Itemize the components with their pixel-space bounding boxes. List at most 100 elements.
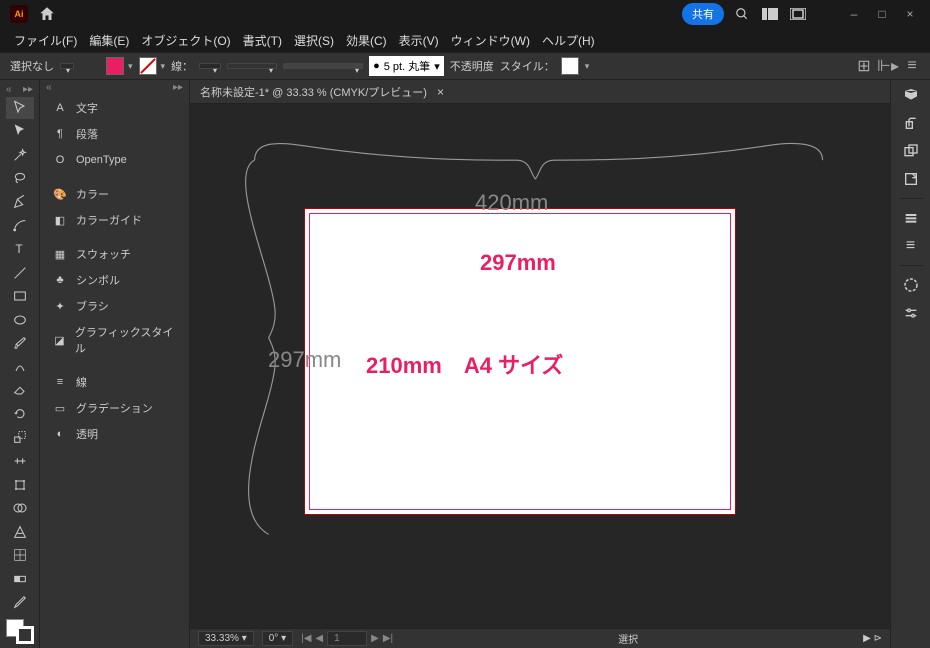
panel-label: グラフィックスタイル <box>75 324 177 356</box>
right-panel-rail: ≡ <box>890 80 930 648</box>
libraries-panel-icon[interactable] <box>902 142 920 160</box>
close-icon[interactable]: × <box>900 6 920 22</box>
stroke-swatch[interactable] <box>139 57 157 75</box>
rotate-view[interactable]: 0° ▾ <box>262 631 293 646</box>
menu-effect[interactable]: 効果(C) <box>340 29 393 52</box>
brush-definition[interactable]: ● 5 pt. 丸筆 ▾ <box>369 56 444 76</box>
panel-glyph-icon: ◪ <box>52 332 67 348</box>
object-type-dropdown[interactable] <box>60 63 74 69</box>
layers-panel-icon[interactable] <box>902 114 920 132</box>
selection-state: 選択なし <box>10 58 54 74</box>
free-transform-tool[interactable] <box>6 474 34 496</box>
collapse-tools-icon[interactable]: « <box>6 84 12 95</box>
panel-glyph-icon: ◐ <box>52 426 68 442</box>
more-panels-icon[interactable]: ≡ <box>902 237 920 255</box>
perspective-tool[interactable] <box>6 521 34 543</box>
menu-object[interactable]: オブジェクト(O) <box>135 29 236 52</box>
panels-column: « ▸▸ A 文字 ¶段落OOpenType 🎨カラー ◧ カラーガイド ▦スウォッチ♣シン… <box>40 80 190 648</box>
menu-edit[interactable]: 編集(E) <box>83 29 135 52</box>
asset-export-icon[interactable] <box>902 170 920 188</box>
panel-item-10[interactable]: ▭グラデーション <box>40 395 189 421</box>
scale-tool[interactable] <box>6 427 34 449</box>
lasso-tool[interactable] <box>6 168 34 190</box>
panel-glyph-icon: ▭ <box>52 400 68 416</box>
pen-tool[interactable] <box>6 191 34 213</box>
collapse-panels-icon[interactable]: « <box>46 82 52 93</box>
menu-window[interactable]: ウィンドウ(W) <box>445 29 536 52</box>
width-tool[interactable] <box>6 450 34 472</box>
menu-type[interactable]: 書式(T) <box>237 29 288 52</box>
workspace-icon[interactable] <box>760 6 780 22</box>
menu-help[interactable]: ヘルプ(H) <box>536 29 601 52</box>
shaper-tool[interactable] <box>6 356 34 378</box>
align-icon[interactable]: ⊞ <box>856 58 872 74</box>
properties-panel-icon[interactable] <box>902 86 920 104</box>
zoom-level[interactable]: 33.33% ▾ <box>198 631 254 646</box>
magic-wand-tool[interactable] <box>6 144 34 166</box>
app-icon: Ai <box>10 5 28 23</box>
artboard-navigation[interactable]: |◀◀ 1 ▶▶| <box>301 631 393 646</box>
settings-icon[interactable] <box>902 304 920 322</box>
panel-item-8[interactable]: ◪ グラフィックスタイル <box>40 319 189 361</box>
stroke-weight-stepper[interactable] <box>199 63 221 69</box>
scroll-right-icon[interactable]: ▶ ⊳ <box>863 633 882 644</box>
shape-builder-tool[interactable] <box>6 497 34 519</box>
share-button[interactable]: 共有 <box>682 3 724 25</box>
panel-label: 透明 <box>76 426 98 442</box>
arrange-icon[interactable] <box>788 6 808 22</box>
panel-glyph-icon: O <box>52 152 68 168</box>
panel-item-7[interactable]: ✦ブラシ <box>40 293 189 319</box>
panel-glyph-icon: ◧ <box>52 212 68 228</box>
transform-icon[interactable]: ⊩▸ <box>880 58 896 74</box>
canvas[interactable]: 420mm 297mm 297mm 210mm A4 サイズ <box>190 104 890 628</box>
panel-item-5[interactable]: ▦スウォッチ <box>40 241 189 267</box>
search-icon[interactable] <box>732 6 752 22</box>
eyedropper-tool[interactable] <box>6 591 34 613</box>
brush-dropdown[interactable] <box>283 63 363 69</box>
label-inner-height: 210mm A4 サイズ <box>366 348 563 380</box>
gradient-tool[interactable] <box>6 568 34 590</box>
menu-view[interactable]: 表示(V) <box>393 29 445 52</box>
style-swatch[interactable] <box>561 57 579 75</box>
menu-file[interactable]: ファイル(F) <box>8 29 83 52</box>
more-options-icon[interactable]: ≡ <box>904 58 920 74</box>
type-tool[interactable]: T <box>6 238 34 260</box>
close-tab-icon[interactable]: × <box>437 85 444 99</box>
panel-glyph-icon: ▦ <box>52 246 68 262</box>
paintbrush-tool[interactable] <box>6 332 34 354</box>
panel-item-4[interactable]: ◧ カラーガイド <box>40 207 189 233</box>
direct-selection-tool[interactable] <box>6 121 34 143</box>
rectangle-tool[interactable] <box>6 285 34 307</box>
panel-glyph-icon: A <box>52 100 68 116</box>
tools-menu-icon[interactable]: ▸▸ <box>23 84 33 95</box>
fill-stroke-control[interactable] <box>6 619 34 644</box>
panel-item-1[interactable]: ¶段落 <box>40 121 189 147</box>
minimize-icon[interactable]: – <box>844 6 864 22</box>
menu-select[interactable]: 選択(S) <box>288 29 340 52</box>
panel-label: 文字 <box>76 100 98 116</box>
panel-item-6[interactable]: ♣シンボル <box>40 267 189 293</box>
ellipse-tool[interactable] <box>6 309 34 331</box>
home-icon[interactable] <box>38 5 56 23</box>
appearance-panel-icon[interactable] <box>902 209 920 227</box>
rotate-tool[interactable] <box>6 403 34 425</box>
tools-panel: « ▸▸ T <box>0 80 40 648</box>
panel-item-3[interactable]: 🎨カラー <box>40 181 189 207</box>
maximize-icon[interactable]: □ <box>872 6 892 22</box>
color-wheel-icon[interactable] <box>902 276 920 294</box>
profile-dropdown[interactable] <box>227 63 277 69</box>
mesh-tool[interactable] <box>6 544 34 566</box>
panel-item-2[interactable]: OOpenType <box>40 147 189 173</box>
expand-panels-icon[interactable]: ▸▸ <box>173 82 183 93</box>
panel-label: カラーガイド <box>76 212 142 228</box>
curvature-tool[interactable] <box>6 215 34 237</box>
line-tool[interactable] <box>6 262 34 284</box>
panel-item-9[interactable]: ≡線 <box>40 369 189 395</box>
document-tab-title[interactable]: 名称未設定-1* @ 33.33 % (CMYK/プレビュー) <box>200 84 427 100</box>
panel-item-0[interactable]: A 文字 <box>40 95 189 121</box>
selection-tool[interactable] <box>6 97 34 119</box>
fill-swatch[interactable] <box>106 57 124 75</box>
panel-item-11[interactable]: ◐ 透明 <box>40 421 189 447</box>
panel-glyph-icon: 🎨 <box>52 186 68 202</box>
eraser-tool[interactable] <box>6 380 34 402</box>
